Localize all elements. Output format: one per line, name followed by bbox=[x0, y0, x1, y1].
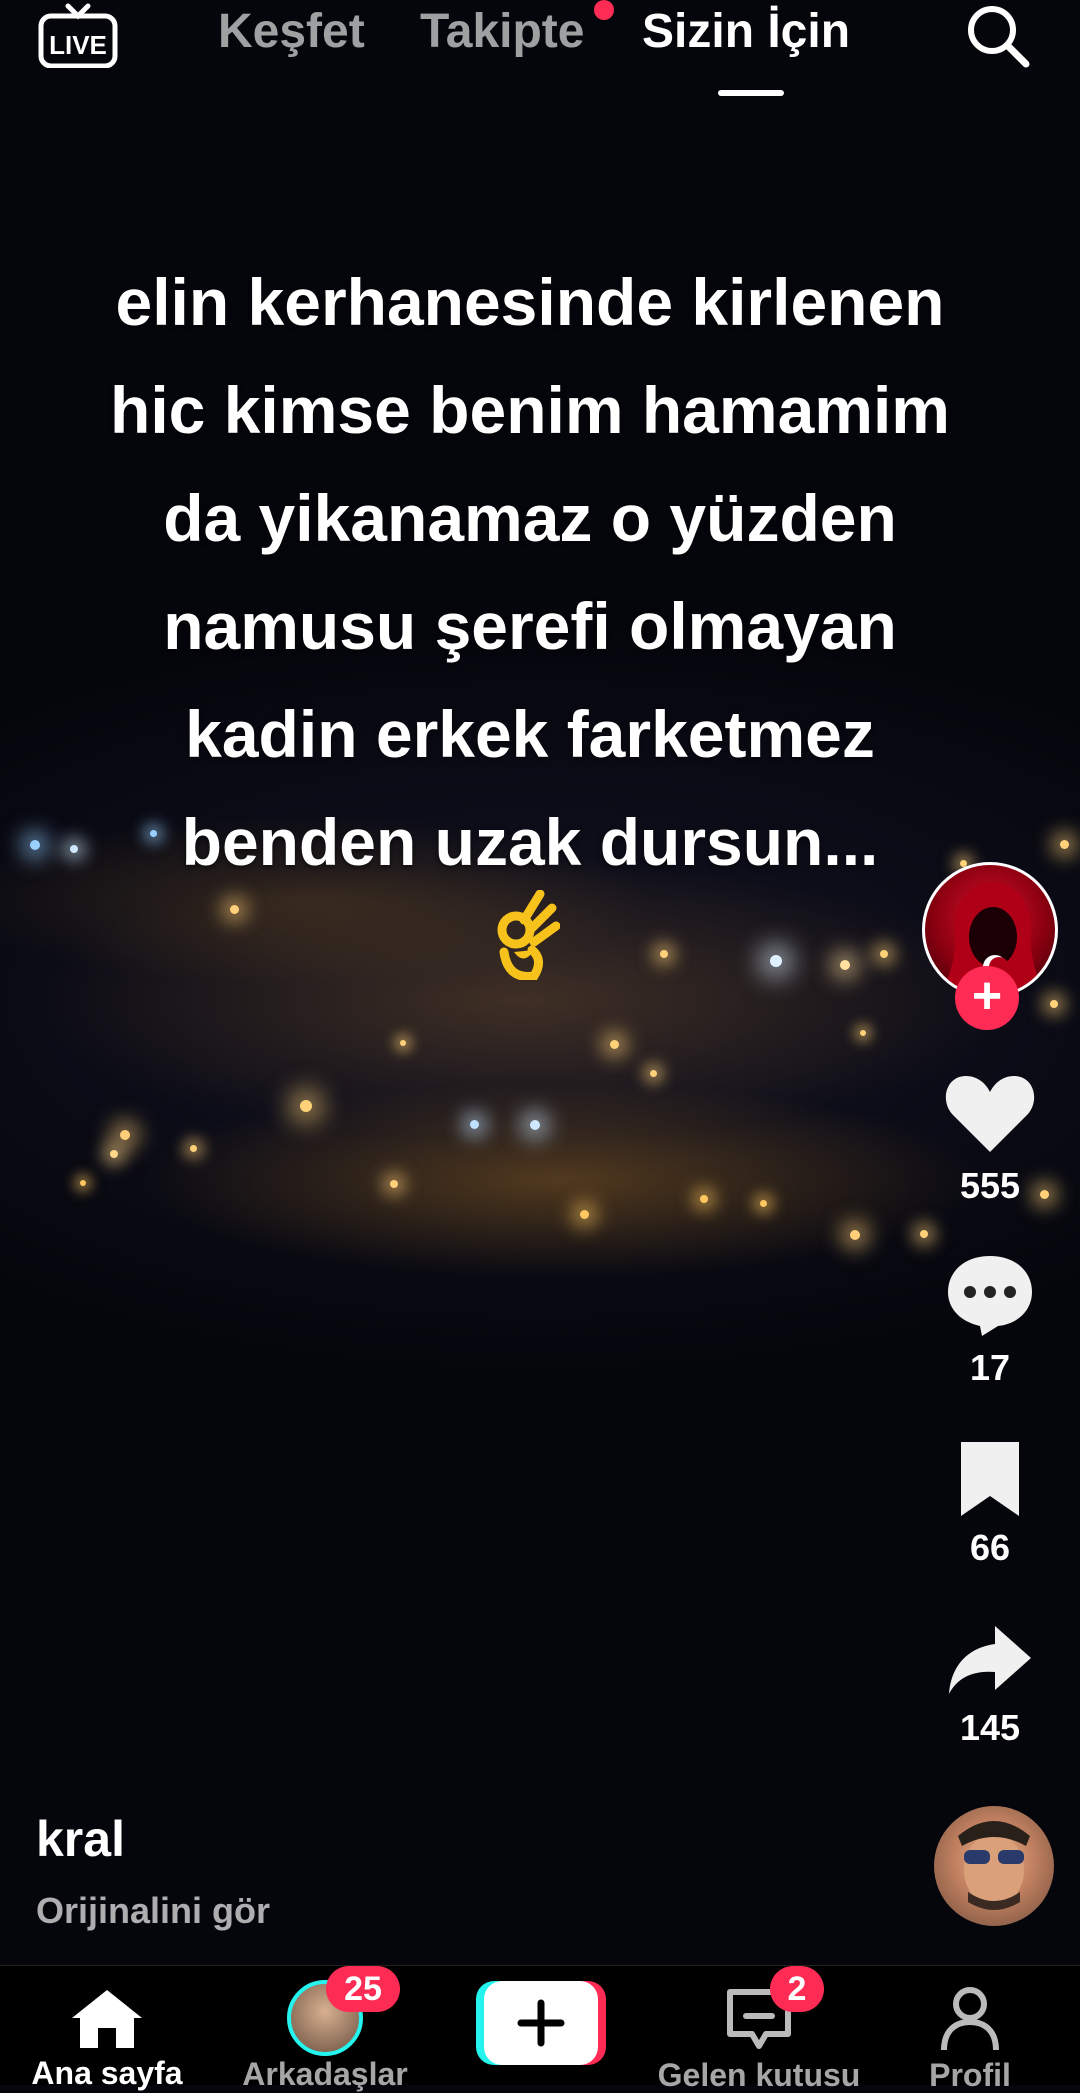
city-light bbox=[700, 1195, 708, 1203]
city-light bbox=[80, 1180, 86, 1186]
comment-count: 17 bbox=[969, 1347, 1011, 1388]
city-light bbox=[1060, 840, 1069, 849]
nav-inbox-label: Gelen kutusu bbox=[657, 2057, 861, 2093]
city-light bbox=[920, 1230, 928, 1238]
active-tab-indicator bbox=[718, 90, 784, 96]
city-light bbox=[300, 1100, 312, 1112]
tab-takipte[interactable]: Takipte bbox=[420, 2, 584, 62]
save-button[interactable]: 66 bbox=[920, 1440, 1060, 1569]
city-light bbox=[470, 1120, 479, 1129]
search-icon[interactable] bbox=[962, 0, 1032, 70]
bookmark-icon bbox=[961, 1442, 1019, 1516]
city-light bbox=[190, 1145, 197, 1152]
sound-disc-avatar[interactable] bbox=[934, 1806, 1054, 1926]
city-light bbox=[660, 950, 668, 958]
nav-home[interactable]: Ana sayfa bbox=[22, 1966, 192, 2091]
city-light bbox=[760, 1200, 767, 1207]
city-light bbox=[110, 1150, 118, 1158]
tab-sizin-icin[interactable]: Sizin İçin bbox=[642, 2, 850, 62]
nav-profile[interactable]: Profil bbox=[905, 1966, 1035, 2093]
share-count: 145 bbox=[959, 1707, 1021, 1748]
nav-inbox[interactable]: Gelen kutusu bbox=[644, 1966, 874, 2093]
like-count: 555 bbox=[959, 1165, 1021, 1206]
friends-badge: 25 bbox=[326, 1966, 400, 2012]
top-navigation: LIVE Keşfet Takipte Sizin İçin bbox=[0, 0, 1080, 110]
city-light bbox=[1050, 1000, 1058, 1008]
follow-plus-button[interactable]: + bbox=[955, 966, 1019, 1030]
live-icon[interactable]: LIVE bbox=[38, 2, 118, 69]
like-button[interactable]: 555 bbox=[920, 1070, 1060, 1207]
city-light bbox=[650, 1070, 657, 1077]
bottom-navigation: Ana sayfa Arkadaşlar 25 Gelen kutusu 2 P… bbox=[0, 1965, 1080, 2093]
city-light bbox=[860, 1030, 866, 1036]
comment-button[interactable]: 17 bbox=[920, 1252, 1060, 1389]
heart-icon bbox=[945, 1076, 1035, 1152]
nav-home-label: Ana sayfa bbox=[31, 2055, 183, 2091]
author-username[interactable]: kral bbox=[36, 1810, 125, 1868]
city-light bbox=[230, 905, 239, 914]
nav-friends-label: Arkadaşlar bbox=[242, 2056, 408, 2092]
profile-icon bbox=[941, 1987, 999, 2051]
city-light bbox=[840, 960, 850, 970]
tab-kesfet[interactable]: Keşfet bbox=[218, 2, 365, 62]
nav-profile-label: Profil bbox=[929, 2057, 1011, 2093]
city-light bbox=[120, 1130, 130, 1140]
share-arrow-icon bbox=[949, 1626, 1031, 1694]
city-light bbox=[390, 1180, 398, 1188]
city-light bbox=[850, 1230, 860, 1240]
home-icon bbox=[72, 1990, 142, 2048]
takipte-notification-dot bbox=[594, 0, 614, 20]
ok-hand-emoji bbox=[494, 889, 561, 981]
city-light bbox=[770, 955, 782, 967]
video-caption-text: elin kerhanesinde kirlenen hic kimse ben… bbox=[110, 265, 950, 879]
see-original-link[interactable]: Orijinalini gör bbox=[36, 1890, 270, 1932]
city-light bbox=[580, 1210, 589, 1219]
live-label: LIVE bbox=[49, 30, 107, 60]
city-light bbox=[880, 950, 888, 958]
share-button[interactable]: 145 bbox=[920, 1622, 1060, 1749]
save-count: 66 bbox=[969, 1527, 1011, 1568]
city-light bbox=[400, 1040, 406, 1046]
city-light bbox=[610, 1040, 619, 1049]
inbox-badge: 2 bbox=[770, 1966, 824, 2012]
create-button[interactable] bbox=[476, 1981, 606, 2065]
comment-icon bbox=[948, 1256, 1032, 1336]
city-light bbox=[530, 1120, 540, 1130]
